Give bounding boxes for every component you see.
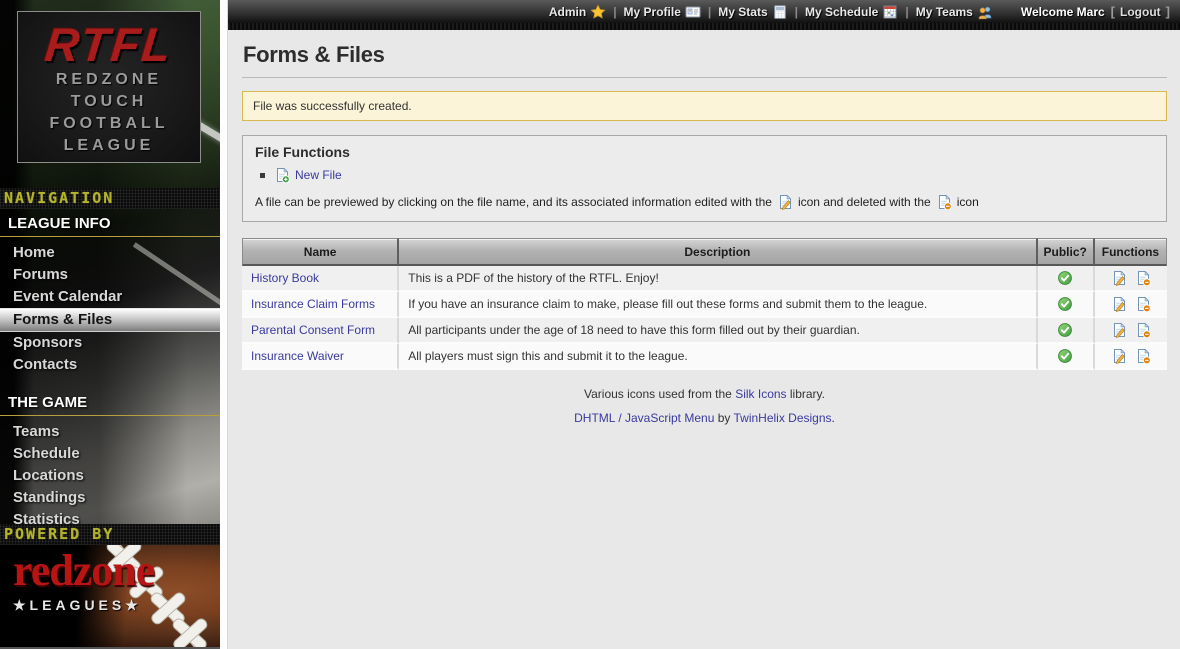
public-check-icon bbox=[1057, 348, 1073, 364]
sidebar-item-forums[interactable]: Forums bbox=[0, 264, 220, 286]
my-stats-link[interactable]: My Stats bbox=[718, 4, 787, 20]
star-icon bbox=[590, 4, 606, 20]
nav-section-the-game: THE GAME bbox=[0, 391, 220, 416]
file-name-link[interactable]: Insurance Waiver bbox=[251, 349, 344, 363]
sidebar: RTFL REDZONE TOUCH FOOTBALL LEAGUE NAVIG… bbox=[0, 0, 220, 649]
league-logo-line: REDZONE bbox=[18, 69, 200, 91]
nav-section-league-info: LEAGUE INFO bbox=[0, 212, 220, 237]
edit-file-icon[interactable] bbox=[1111, 348, 1127, 364]
sidebar-item-teams[interactable]: Teams bbox=[0, 421, 220, 443]
league-logo-line: TOUCH bbox=[18, 91, 200, 113]
public-check-icon bbox=[1057, 322, 1073, 338]
edit-file-icon[interactable] bbox=[1111, 296, 1127, 312]
icons-credit-line: Various icons used from the Silk Icons l… bbox=[242, 387, 1167, 401]
page-delete-icon bbox=[936, 194, 952, 210]
file-functions-help: A file can be previewed by clicking on t… bbox=[255, 194, 1154, 210]
public-check-icon bbox=[1057, 270, 1073, 286]
sidebar-item-contacts[interactable]: Contacts bbox=[0, 354, 220, 376]
topbar-separator: | bbox=[708, 5, 711, 19]
page-add-icon[interactable] bbox=[274, 167, 290, 183]
my-schedule-link[interactable]: My Schedule bbox=[805, 4, 898, 20]
calendar-icon bbox=[882, 4, 898, 20]
file-description: This is a PDF of the history of the RTFL… bbox=[399, 266, 1037, 292]
league-logo-line: FOOTBALL bbox=[18, 113, 200, 135]
delete-file-icon[interactable] bbox=[1135, 322, 1151, 338]
file-name-link[interactable]: Insurance Claim Forms bbox=[251, 297, 375, 311]
new-file-row: New File bbox=[260, 167, 1154, 183]
page-edit-icon bbox=[777, 194, 793, 210]
delete-file-icon[interactable] bbox=[1135, 296, 1151, 312]
page-title: Forms & Files bbox=[243, 42, 1167, 68]
dhtml-menu-link[interactable]: DHTML / JavaScript Menu bbox=[574, 411, 714, 425]
table-row: Insurance Waiver All players must sign t… bbox=[242, 344, 1167, 370]
file-name-link[interactable]: History Book bbox=[251, 271, 319, 285]
my-teams-link[interactable]: My Teams bbox=[916, 4, 993, 20]
column-header-description: Description bbox=[399, 238, 1037, 266]
table-row: Parental Consent Form All participants u… bbox=[242, 318, 1167, 344]
bullet-icon bbox=[260, 173, 265, 178]
logout-bracket: ] bbox=[1166, 4, 1170, 19]
delete-file-icon[interactable] bbox=[1135, 270, 1151, 286]
league-logo: RTFL REDZONE TOUCH FOOTBALL LEAGUE bbox=[17, 11, 201, 163]
delete-file-icon[interactable] bbox=[1135, 348, 1151, 364]
admin-link[interactable]: Admin bbox=[549, 4, 606, 20]
menu-credit-line: DHTML / JavaScript Menu by TwinHelix Des… bbox=[242, 411, 1167, 425]
layout-gap bbox=[220, 0, 228, 649]
sidebar-item-home[interactable]: Home bbox=[0, 242, 220, 264]
topbar-separator: | bbox=[795, 5, 798, 19]
edit-file-icon[interactable] bbox=[1111, 270, 1127, 286]
edit-file-icon[interactable] bbox=[1111, 322, 1127, 338]
file-name-link[interactable]: Parental Consent Form bbox=[251, 323, 375, 337]
file-functions-title: File Functions bbox=[255, 144, 1154, 160]
topbar-nav: Admin | My Profile | bbox=[549, 4, 993, 20]
sidebar-item-standings[interactable]: Standings bbox=[0, 487, 220, 509]
logout-bracket: [ bbox=[1111, 4, 1115, 19]
calculator-icon bbox=[772, 4, 788, 20]
files-table: Name Description Public? Functions Histo… bbox=[242, 238, 1167, 370]
powered-by-ribbon: POWERED BY bbox=[0, 524, 220, 545]
content-area: Forms & Files File was successfully crea… bbox=[228, 30, 1180, 649]
credits: Various icons used from the Silk Icons l… bbox=[242, 387, 1167, 425]
logout-link[interactable]: Logout bbox=[1120, 5, 1161, 19]
sidebar-item-forms-files[interactable]: Forms & Files bbox=[0, 308, 220, 332]
topbar: Admin | My Profile | bbox=[228, 0, 1180, 30]
league-logo-acronym: RTFL bbox=[17, 20, 201, 69]
table-header-row: Name Description Public? Functions bbox=[242, 238, 1167, 266]
column-header-name: Name bbox=[242, 238, 399, 266]
public-check-icon bbox=[1057, 296, 1073, 312]
silk-icons-link[interactable]: Silk Icons bbox=[735, 387, 786, 401]
table-row: Insurance Claim Forms If you have an ins… bbox=[242, 292, 1167, 318]
navigation-ribbon: NAVIGATION bbox=[0, 188, 220, 209]
file-description: All participants under the age of 18 nee… bbox=[399, 318, 1037, 344]
sidebar-item-locations[interactable]: Locations bbox=[0, 465, 220, 487]
twinhelix-link[interactable]: TwinHelix Designs bbox=[734, 411, 832, 425]
main-column: Admin | My Profile | bbox=[228, 0, 1180, 649]
league-logo-line: LEAGUE bbox=[18, 135, 200, 157]
redzone-leagues-logo: redzone ★LEAGUES★ bbox=[0, 545, 220, 649]
sidebar-nav: LEAGUE INFO Home Forums Event Calendar F… bbox=[0, 212, 220, 531]
table-row: History Book This is a PDF of the histor… bbox=[242, 266, 1167, 292]
page-root: RTFL REDZONE TOUCH FOOTBALL LEAGUE NAVIG… bbox=[0, 0, 1180, 649]
topbar-separator: | bbox=[905, 5, 908, 19]
title-divider bbox=[242, 77, 1167, 78]
sidebar-item-schedule[interactable]: Schedule bbox=[0, 443, 220, 465]
column-header-functions: Functions bbox=[1095, 238, 1167, 266]
welcome-user-label: Welcome Marc bbox=[1021, 5, 1105, 19]
column-header-public: Public? bbox=[1038, 238, 1095, 266]
redzone-wordmark: redzone bbox=[13, 549, 154, 593]
sidebar-item-event-calendar[interactable]: Event Calendar bbox=[0, 286, 220, 308]
file-description: If you have an insurance claim to make, … bbox=[399, 292, 1037, 318]
vcard-icon bbox=[685, 4, 701, 20]
new-file-link[interactable]: New File bbox=[295, 168, 342, 182]
sidebar-item-sponsors[interactable]: Sponsors bbox=[0, 332, 220, 354]
file-description: All players must sign this and submit it… bbox=[399, 344, 1037, 370]
file-functions-panel: File Functions New File A file can be pr… bbox=[242, 135, 1167, 222]
flash-message: File was successfully created. bbox=[242, 91, 1167, 121]
topbar-separator: | bbox=[613, 5, 616, 19]
my-profile-link[interactable]: My Profile bbox=[624, 4, 701, 20]
redzone-leagues-label: ★LEAGUES★ bbox=[13, 597, 142, 614]
group-icon bbox=[977, 4, 993, 20]
